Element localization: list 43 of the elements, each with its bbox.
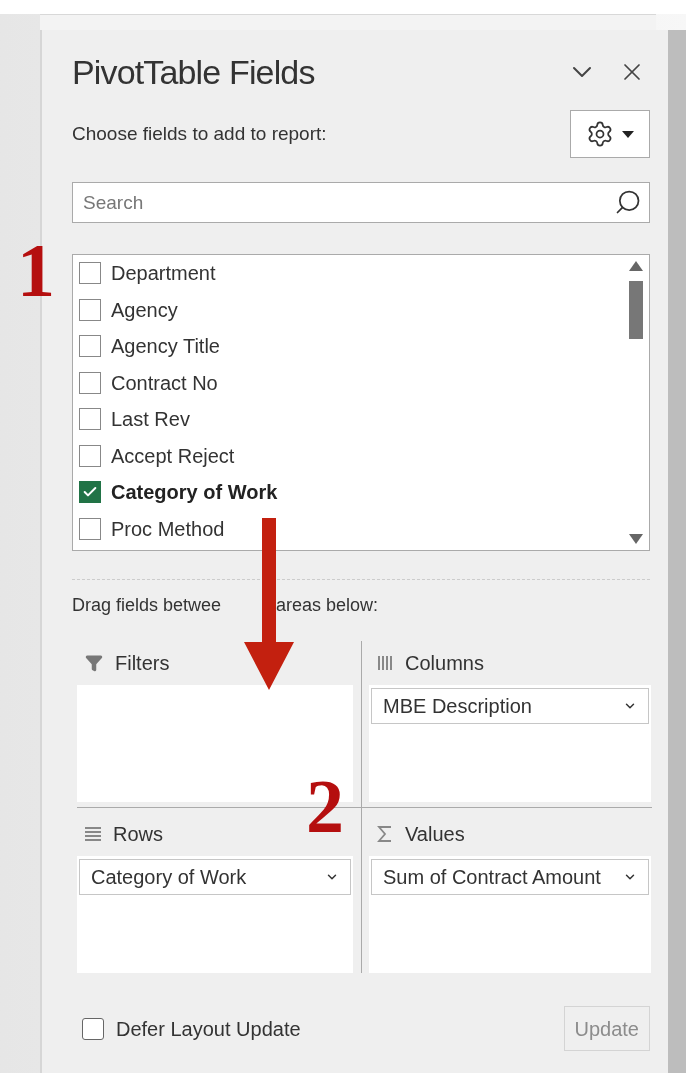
field-checkbox[interactable] [79, 481, 101, 504]
field-checkbox[interactable] [79, 371, 101, 394]
field-checkbox[interactable] [79, 298, 101, 321]
field-checkbox[interactable] [79, 408, 101, 431]
areas-hint: Drag fields betwee [72, 594, 223, 617]
area-field-dropdown[interactable]: Category of Work [79, 859, 351, 895]
scroll-thumb[interactable] [629, 281, 643, 339]
field-label[interactable]: Category of Work [111, 477, 278, 508]
scroll-down-icon[interactable] [629, 534, 643, 544]
sigma-icon [377, 826, 393, 842]
field-checkbox[interactable] [79, 517, 101, 540]
rows-icon [85, 827, 101, 841]
annotation-number: 1 [17, 232, 55, 308]
caret-icon [622, 130, 634, 138]
area-title: Columns [405, 651, 484, 676]
area-field-dropdown[interactable]: MBE Description [371, 688, 649, 724]
field-label[interactable]: Proc Method [111, 513, 225, 544]
instruction-text: Choose fields to add to report: [72, 121, 327, 146]
annotation-number: 2 [306, 768, 344, 844]
scroll-up-icon[interactable] [629, 261, 643, 271]
field-checkbox[interactable] [79, 335, 101, 358]
columns-icon [377, 655, 393, 671]
filter-icon [85, 654, 103, 672]
area-title: Filters [115, 651, 170, 676]
field-checkbox[interactable] [79, 444, 101, 467]
settings-button[interactable] [570, 110, 650, 158]
field-label[interactable]: Accept Reject [111, 440, 235, 471]
areas-hint: areas below: [276, 594, 379, 617]
settings-icon [586, 120, 614, 148]
defer-checkbox[interactable] [82, 1017, 104, 1040]
field-label[interactable]: Last Rev [111, 404, 190, 435]
field-label[interactable]: Agency [111, 294, 178, 325]
search-icon [614, 188, 642, 216]
field-label[interactable]: Agency Title [111, 331, 220, 362]
field-label[interactable]: Contract No [111, 367, 218, 398]
panel-title: PivotTable Fields [72, 51, 315, 93]
area-title: Values [405, 822, 465, 847]
search-field[interactable]: Search [72, 182, 650, 223]
field-label[interactable]: Department [111, 258, 216, 289]
defer-label[interactable]: Defer Layout Update [116, 1013, 301, 1044]
field-checkbox[interactable] [79, 262, 101, 285]
area-field-dropdown[interactable]: Sum of Contract Amount [371, 859, 649, 895]
area-title: Rows [113, 822, 163, 847]
